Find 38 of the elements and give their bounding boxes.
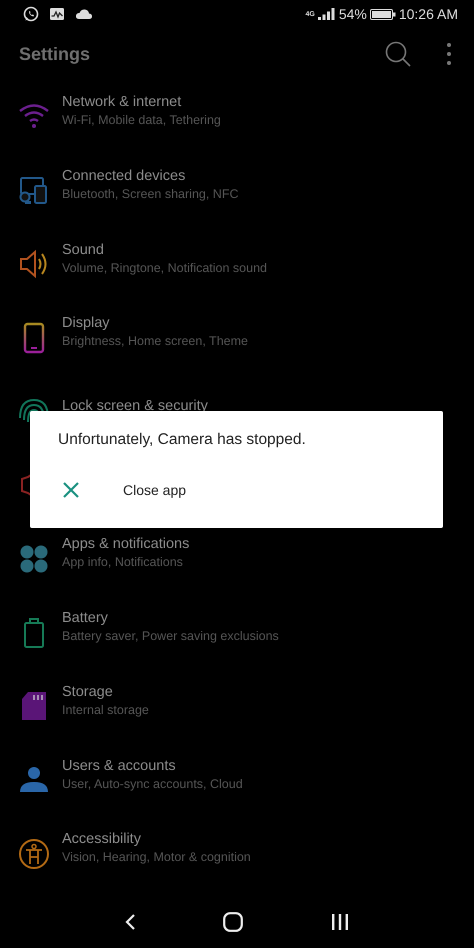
- more-options-icon[interactable]: [446, 42, 452, 66]
- setting-title[interactable]: Users & accounts: [62, 758, 243, 774]
- setting-subtitle: Brightness, Home screen, Theme: [62, 334, 248, 348]
- dialog-message: Unfortunately, Camera has stopped.: [58, 431, 307, 449]
- setting-title[interactable]: Storage: [62, 684, 149, 700]
- setting-title[interactable]: Display: [62, 315, 248, 332]
- devices-icon: [18, 174, 50, 207]
- setting-title[interactable]: Network & internet: [62, 94, 221, 110]
- close-icon[interactable]: [62, 481, 80, 499]
- activity-icon: [49, 7, 65, 21]
- apps-icon: [18, 542, 50, 575]
- back-icon[interactable]: [124, 913, 136, 932]
- setting-subtitle: Wi-Fi, Mobile data, Tethering: [62, 113, 221, 128]
- accessibility-icon: [18, 838, 50, 870]
- setting-subtitle: Bluetooth, Screen sharing, NFC: [62, 187, 238, 202]
- setting-subtitle: Volume, Ringtone, Notification sound: [62, 260, 267, 275]
- close-app-button[interactable]: Close app: [123, 482, 186, 498]
- setting-subtitle: User, Auto-sync accounts, Cloud: [62, 776, 243, 791]
- battery-icon: [370, 8, 396, 20]
- setting-title[interactable]: Sound: [62, 242, 267, 258]
- setting-subtitle: Vision, Hearing, Motor & cognition: [62, 850, 251, 864]
- setting-title[interactable]: Apps & notifications: [62, 536, 190, 552]
- page-title: Settings: [19, 44, 90, 64]
- recent-apps-icon[interactable]: [330, 913, 350, 932]
- chat-icon: [23, 6, 39, 22]
- setting-subtitle: Battery saver, Power saving exclusions: [62, 629, 279, 644]
- cloud-icon: [75, 8, 93, 20]
- setting-title[interactable]: Accessibility: [62, 831, 251, 848]
- signal-icon: [318, 8, 336, 20]
- battery-percentage: 54%: [338, 6, 367, 22]
- home-icon[interactable]: [222, 912, 243, 932]
- clock: 10:26 AM: [398, 6, 458, 22]
- setting-title[interactable]: Lock screen & security: [62, 398, 208, 414]
- setting-title[interactable]: Connected devices: [62, 168, 238, 184]
- setting-subtitle: App info, Notifications: [62, 555, 184, 570]
- setting-subtitle: Internal storage: [62, 702, 149, 717]
- search-icon[interactable]: [384, 40, 412, 68]
- setting-title[interactable]: Battery: [62, 610, 279, 626]
